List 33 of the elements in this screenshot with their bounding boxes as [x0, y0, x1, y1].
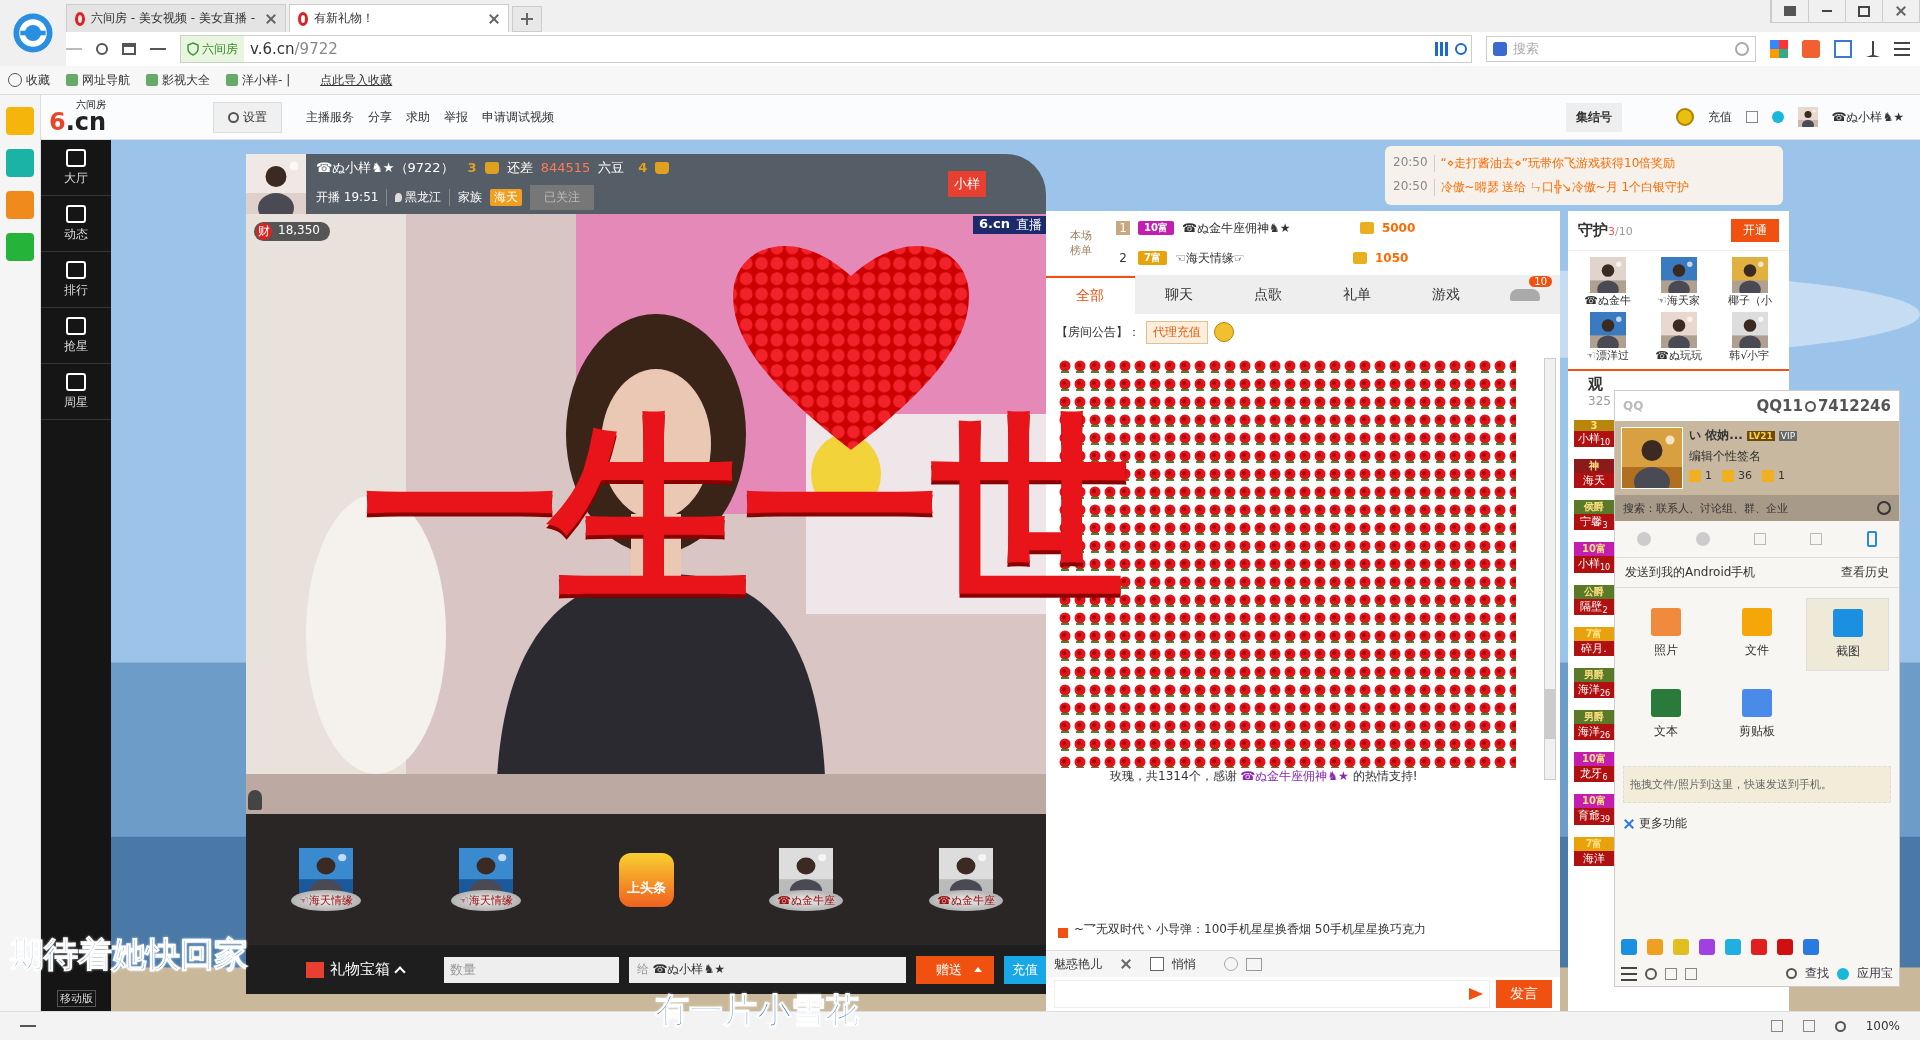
new-tab-button[interactable]: [512, 6, 542, 32]
zoom-level[interactable]: 100%: [1865, 1019, 1900, 1033]
recharge-link[interactable]: 充值: [1707, 108, 1732, 126]
coin-icon[interactable]: [1675, 108, 1694, 126]
secure-badge: 六间房: [181, 36, 244, 62]
bookmark-link[interactable]: 影视大全: [146, 71, 210, 89]
edit-icon[interactable]: [1745, 111, 1758, 123]
header-link[interactable]: 举报: [444, 108, 468, 126]
header-link[interactable]: 主播服务: [306, 108, 354, 126]
close-icon[interactable]: [488, 12, 500, 25]
site-icon: [298, 11, 308, 26]
import-bookmarks-link[interactable]: 点此导入收藏: [320, 71, 393, 89]
qr-code-icon[interactable]: [1435, 42, 1449, 56]
paw-icon: [1493, 42, 1507, 56]
status-icon[interactable]: [1771, 111, 1784, 123]
header-link[interactable]: 求助: [406, 108, 430, 126]
browser-tab[interactable]: 六间房 - 美女视频 - 美女直播 -: [66, 4, 286, 32]
address-field[interactable]: 六间房 v.6.cn/9722: [180, 35, 1472, 63]
bookmark-link[interactable]: 收藏: [8, 71, 50, 89]
settings-button[interactable]: 设置: [213, 101, 282, 133]
browser-tab[interactable]: 有新礼物！: [289, 4, 509, 32]
site-logo[interactable]: 六间房 6.cn: [49, 100, 107, 134]
rally-button[interactable]: 集结号: [1565, 102, 1622, 132]
gamepad-icon[interactable]: [1802, 40, 1820, 58]
bookmark-link[interactable]: 洋小样- |: [226, 71, 291, 89]
header-link[interactable]: 分享: [368, 108, 392, 126]
user-name[interactable]: ☎ぬ小样♞★: [1831, 108, 1904, 126]
monitor-icon[interactable]: [1834, 40, 1852, 58]
close-icon[interactable]: [265, 12, 277, 25]
apps-icon[interactable]: [1770, 40, 1788, 58]
header-link[interactable]: 申请调试视频: [482, 108, 554, 126]
site-icon: [75, 11, 85, 26]
bookmark-link[interactable]: 网址导航: [66, 71, 130, 89]
